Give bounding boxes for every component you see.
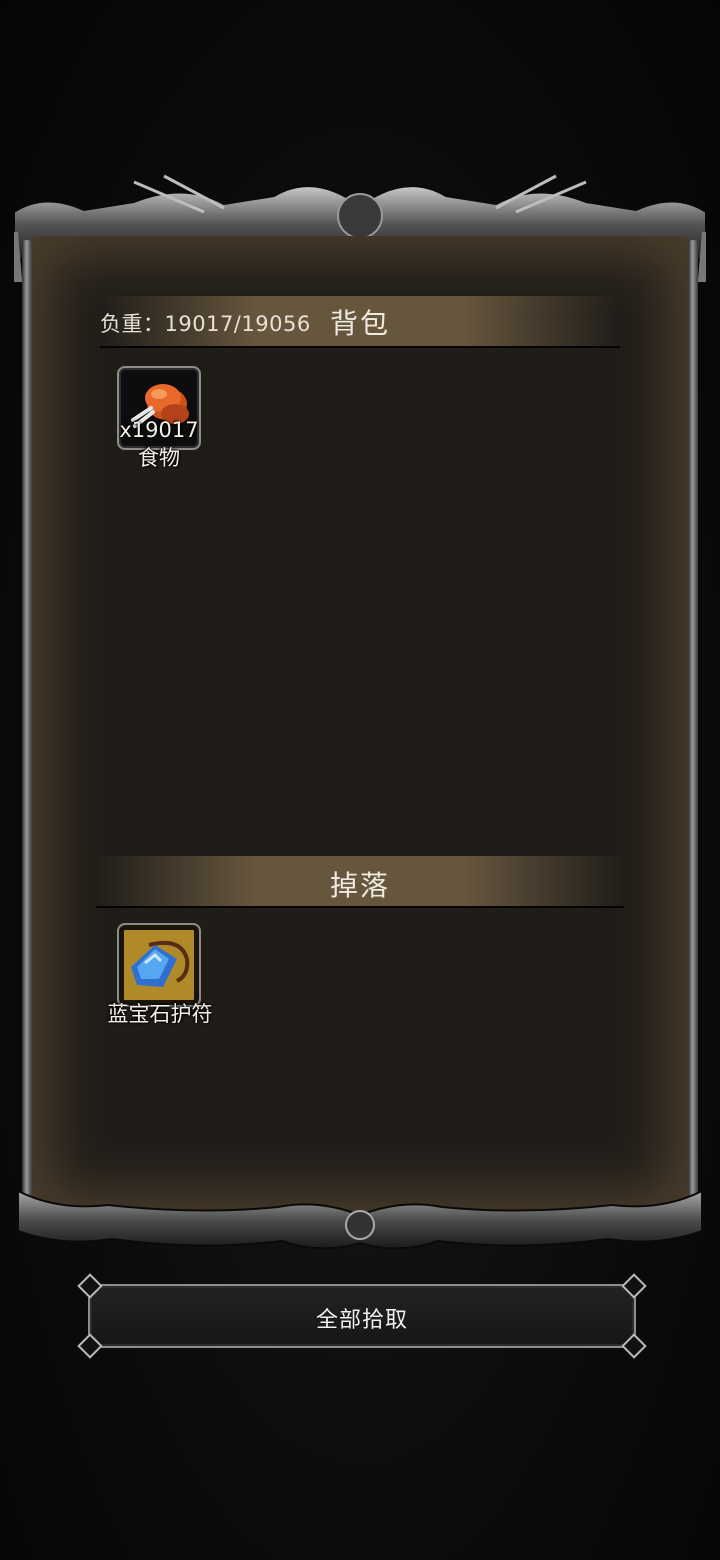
drop-title: 掉落 xyxy=(330,869,391,902)
button-corner-ornament xyxy=(77,1333,103,1359)
frame-right-edge xyxy=(688,240,698,1210)
food-count: x19017 xyxy=(119,418,199,442)
frame-left-edge xyxy=(22,240,32,1210)
drop-item-sapphire-amulet[interactable] xyxy=(117,923,201,1007)
ornate-frame-bottom xyxy=(18,1189,702,1250)
bag-title: 背包 xyxy=(330,307,391,340)
amulet-name: 蓝宝石护符 xyxy=(107,1002,213,1026)
pickup-all-label: 全部拾取 xyxy=(315,1308,408,1333)
button-corner-ornament xyxy=(621,1333,647,1359)
sapphire-amulet-icon xyxy=(131,940,190,987)
button-corner-ornament xyxy=(621,1273,647,1299)
button-corner-ornament xyxy=(77,1273,103,1299)
pickup-all-button[interactable]: 全部拾取 xyxy=(77,1273,647,1359)
weight-label: 负重：19017/19056 xyxy=(100,312,311,336)
loot-screen: 负重：19017/19056 背包 x19017 食物 掉落 蓝宝石护符 全部拾… xyxy=(0,0,720,1560)
food-name: 食物 xyxy=(138,446,180,470)
